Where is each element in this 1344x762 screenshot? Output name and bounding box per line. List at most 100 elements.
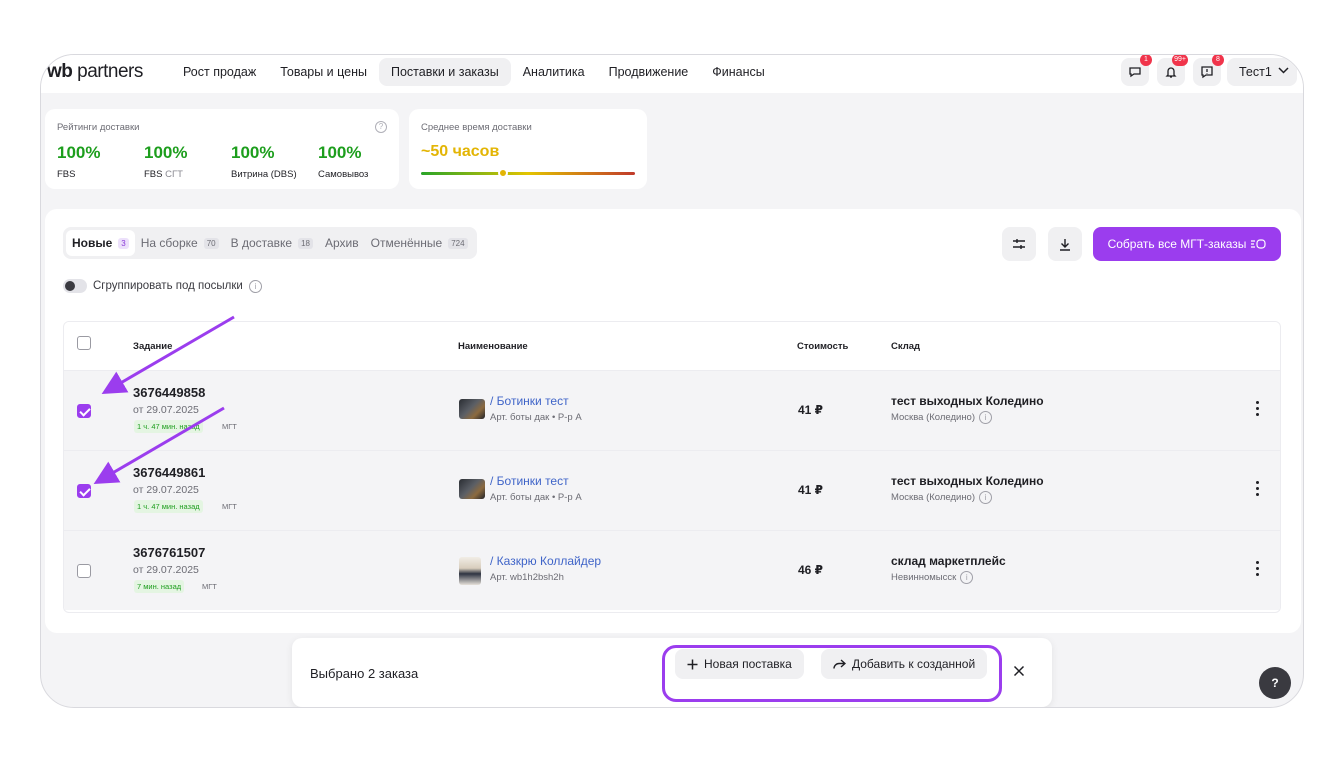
help-button[interactable]: ? [1259,667,1291,699]
warehouse-name: тест выходных Коледино [891,394,1044,408]
notifications-button[interactable]: 99+ [1157,55,1188,86]
support-chat-icon [1201,66,1213,79]
col-task: Задание [133,341,173,352]
selection-action-bar: Выбрано 2 заказа Новая поставка Добавить… [292,638,1052,707]
price: 46 ₽ [798,563,824,577]
rating-dbs: 100% Витрина (DBS) [231,143,297,180]
delivery-ratings-card: Рейтинги доставки ? 100% FBS 100% FBS СГ… [45,109,399,189]
table-row[interactable]: 3676761507 от 29.07.2025 7 мин. назад МГ… [64,530,1280,610]
product-article: Арт. боты дак • Р-р А [490,492,582,503]
product-link[interactable]: / Ботинки тест [490,474,569,488]
nav-supplies-orders[interactable]: Поставки и заказы [379,58,511,86]
add-to-existing-button[interactable]: Добавить к созданной [821,649,988,679]
collect-all-mgt-button[interactable]: Собрать все МГТ-заказы [1093,227,1281,261]
time-badge: 7 мин. назад [134,580,185,593]
main-nav: Рост продаж Товары и цены Поставки и зак… [171,58,777,86]
nav-sales-growth[interactable]: Рост продаж [171,58,268,86]
ratings-title: Рейтинги доставки [57,122,140,133]
row-checkbox[interactable] [77,484,91,498]
warehouse-name: тест выходных Коледино [891,474,1044,488]
row-checkbox[interactable] [77,404,91,418]
table-row[interactable]: 3676449861 от 29.07.2025 1 ч. 47 мин. на… [64,450,1280,530]
more-options-icon[interactable] [1254,481,1260,496]
info-icon[interactable]: i [248,279,262,293]
warehouse-city: Невинномысск i [891,571,974,584]
wb-partners-logo[interactable]: wb partners [47,61,143,83]
new-supply-button[interactable]: Новая поставка [675,649,804,679]
order-tabs: Новые 3 На сборке 70 В доставке 18 Архив От… [63,227,477,259]
price: 41 ₽ [798,403,824,417]
orders-panel: Новые 3 На сборке 70 В доставке 18 Архив От… [45,209,1301,633]
rating-fbs: 100% FBS [57,143,101,180]
task-date: от 29.07.2025 [133,404,199,416]
task-id[interactable]: 3676449858 [133,385,205,400]
task-id[interactable]: 3676761507 [133,545,205,560]
product-article: Арт. wb1h2bsh2h [490,572,564,583]
table-header: Задание Наименование Стоимость Склад [64,322,1280,370]
tab-assembly[interactable]: На сборке 70 [135,230,225,256]
support-button[interactable]: 8 [1193,55,1224,86]
col-warehouse: Склад [891,341,921,352]
close-icon[interactable] [1012,664,1026,678]
nav-promotion[interactable]: Продвижение [597,58,701,86]
tab-archive[interactable]: Архив [319,230,365,256]
download-icon [1060,238,1070,251]
nav-goods-prices[interactable]: Товары и цены [268,58,379,86]
chat-button[interactable]: 1 [1121,55,1152,86]
group-parcels-toggle[interactable] [63,279,87,293]
orders-table: Задание Наименование Стоимость Склад 367… [63,321,1281,613]
task-id[interactable]: 3676449861 [133,465,205,480]
more-options-icon[interactable] [1254,401,1260,416]
sliders-icon [1013,239,1025,249]
warehouse-city: Москва (Коледино) i [891,491,993,504]
filter-settings-button[interactable] [1002,227,1036,261]
delivery-time-card: Среднее время доставки ~50 часов [409,109,647,189]
select-all-checkbox[interactable] [77,336,91,350]
info-icon[interactable]: i [979,491,993,504]
product-thumbnail[interactable] [459,557,481,585]
product-link[interactable]: / Казкрю Коллайдер [490,554,601,568]
download-button[interactable] [1048,227,1082,261]
delivery-time-value: ~50 часов [421,143,500,160]
chat-badge: 1 [1140,55,1152,66]
product-thumbnail[interactable] [459,399,485,419]
ratings-help-icon[interactable]: ? [375,121,387,133]
col-name: Наименование [458,341,528,352]
price: 41 ₽ [798,483,824,497]
chevron-down-icon [1278,67,1289,74]
info-icon[interactable]: i [979,411,993,424]
support-badge: 8 [1212,55,1224,66]
user-menu[interactable]: Тест1 [1227,58,1297,86]
rating-pickup: 100% Самовывоз [318,143,369,180]
more-options-icon[interactable] [1254,561,1260,576]
task-date: от 29.07.2025 [133,564,199,576]
rating-fbs-sgt: 100% FBS СГТ [144,143,188,180]
mgt-tag: МГТ [222,502,237,511]
product-link[interactable]: / Ботинки тест [490,394,569,408]
delivery-time-title: Среднее время доставки [421,122,532,133]
tab-in-delivery[interactable]: В доставке 18 [225,230,319,256]
tab-new[interactable]: Новые 3 [66,230,135,256]
top-header: wb partners Рост продаж Товары и цены По… [41,55,1303,93]
info-icon[interactable]: i [960,571,974,584]
notifications-badge: 99+ [1172,55,1188,66]
box-icon [1251,239,1267,249]
mgt-tag: МГТ [222,422,237,431]
delivery-time-scale [421,172,635,175]
tab-cancelled[interactable]: Отменённые 724 [365,230,474,256]
group-parcels-row: Сгруппировать под посылки i [63,279,262,293]
nav-finance[interactable]: Финансы [700,58,776,86]
selected-count: Выбрано 2 заказа [310,666,419,681]
nav-analytics[interactable]: Аналитика [511,58,597,86]
product-thumbnail[interactable] [459,479,485,499]
warehouse-city: Москва (Коледино) i [891,411,993,424]
task-date: от 29.07.2025 [133,484,199,496]
bell-icon [1165,67,1177,78]
share-arrow-icon [833,658,846,669]
user-name: Тест1 [1239,65,1272,79]
row-checkbox[interactable] [77,564,91,578]
delivery-time-marker [498,168,508,178]
table-row[interactable]: 3676449858 от 29.07.2025 1 ч. 47 мин. на… [64,370,1280,450]
app-window: wb partners Рост продаж Товары и цены По… [40,54,1304,708]
warehouse-name: склад маркетплейс [891,554,1006,568]
